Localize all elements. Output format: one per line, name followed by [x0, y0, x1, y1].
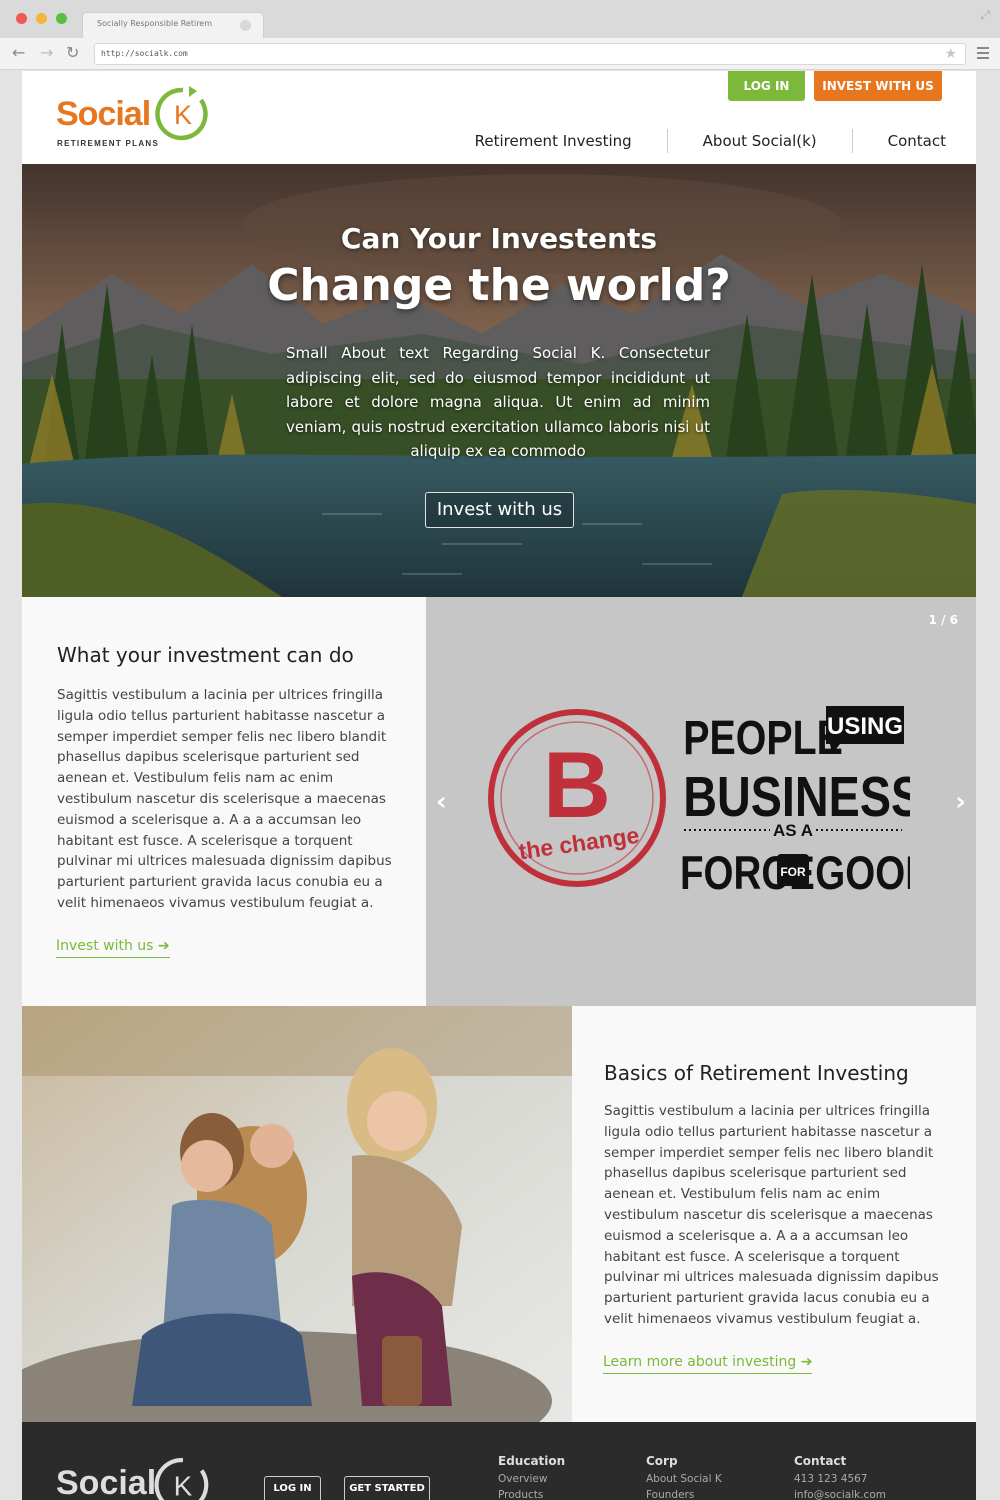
invest-with-us-link[interactable]: Invest with us ➔	[56, 938, 170, 958]
hero-description: Small About text Regarding Social K. Con…	[286, 344, 710, 460]
logo-wordmark: Social	[56, 95, 151, 133]
back-arrow-icon[interactable]: ←	[12, 45, 25, 61]
hero-title: Change the world?	[267, 260, 731, 311]
footer-logo-wordmark[interactable]: Social	[56, 1464, 156, 1500]
basics-heading: Basics of Retirement Investing	[604, 1061, 909, 1085]
close-window-button[interactable]	[16, 13, 27, 24]
investment-body: Sagittis vestibulum a lacinia per ultric…	[57, 687, 392, 911]
nav-retirement-investing[interactable]: Retirement Investing	[475, 129, 667, 153]
arrow-right-icon: ➔	[157, 938, 170, 954]
url-text: http://socialk.com	[101, 49, 188, 58]
slogan-as-a: AS A	[773, 821, 813, 840]
footer-logo-k-icon: K	[154, 1458, 209, 1500]
footer-login-button[interactable]: LOG IN	[264, 1476, 321, 1500]
footer-link-products[interactable]: Products	[498, 1487, 565, 1500]
footer-column-heading: Corp	[646, 1454, 678, 1468]
family-photo-image	[22, 1006, 572, 1422]
footer-contact-column: Contact 413 123 4567 info@socialk.com	[794, 1454, 886, 1500]
footer-logo-letter: K	[174, 1470, 193, 1500]
address-bar[interactable]: http://socialk.com ★	[94, 43, 966, 65]
hero-invest-button[interactable]: Invest with us	[425, 492, 574, 528]
hero-subtitle: Can Your Investents	[340, 222, 658, 255]
footer-email[interactable]: info@socialk.com	[794, 1487, 886, 1500]
people-using-business-slogan: PEOPLE USING BUSINESS AS A FORCE FOR GOO…	[680, 706, 910, 897]
nav-contact[interactable]: Contact	[851, 129, 946, 153]
learn-more-link[interactable]: Learn more about investing ➔	[603, 1354, 813, 1374]
image-carousel: 1 / 6 ‹ › B the change PEOPLE USING BUSI…	[426, 597, 976, 1006]
reload-icon[interactable]: ↻	[66, 45, 79, 61]
carousel-counter: 1 / 6	[928, 613, 958, 627]
browser-titlebar: Socially Responsible Retirem ⤢	[0, 0, 1000, 38]
footer-link-overview[interactable]: Overview	[498, 1471, 565, 1487]
footer-get-started-button[interactable]: GET STARTED	[344, 1476, 430, 1500]
browser-toolbar: ← → ↻ http://socialk.com ★	[0, 38, 1000, 70]
chevron-right-icon[interactable]: ›	[955, 787, 966, 817]
footer-phone[interactable]: 413 123 4567	[794, 1471, 886, 1487]
footer-link-founders[interactable]: Founders	[646, 1487, 722, 1500]
site-footer: Social K LOG IN GET STARTED Education Ov…	[22, 1422, 976, 1500]
stamp-letter: B	[543, 732, 611, 837]
arrow-right-icon: ➔	[800, 1354, 813, 1370]
site-logo[interactable]: Social K RETIREMENT PLANS	[56, 85, 216, 151]
hamburger-menu-icon[interactable]	[977, 47, 989, 62]
main-navigation: Retirement Investing About Social(k) Con…	[475, 129, 946, 153]
fullscreen-icon[interactable]: ⤢	[980, 8, 990, 23]
maximize-window-button[interactable]	[56, 13, 67, 24]
tab-close-button[interactable]	[240, 20, 251, 31]
investment-section: What your investment can do Sagittis ves…	[22, 597, 976, 1006]
slogan-business: BUSINESS	[683, 766, 910, 829]
footer-column-heading: Education	[498, 1454, 566, 1468]
invest-with-us-button[interactable]: INVEST WITH US	[814, 71, 942, 101]
minimize-window-button[interactable]	[36, 13, 47, 24]
slogan-good: GOOD	[815, 847, 910, 897]
footer-column-heading: Contact	[794, 1454, 847, 1468]
hero-banner: Can Your Investents Change the world? Sm…	[22, 164, 976, 597]
invest-link-label: Invest with us	[56, 938, 154, 954]
retirement-basics-section: Basics of Retirement Investing Sagittis …	[22, 1006, 976, 1422]
logo-letter: K	[174, 100, 192, 130]
slogan-for: FOR	[780, 865, 806, 879]
footer-corp-column: Corp About Social K Founders	[646, 1454, 722, 1500]
logo-tagline: RETIREMENT PLANS	[57, 139, 160, 148]
footer-link-about[interactable]: About Social K	[646, 1471, 722, 1487]
web-page: Social K RETIREMENT PLANS LOG IN INVEST …	[22, 71, 976, 1500]
logo-k-circle-icon: K	[155, 86, 208, 141]
footer-education-column: Education Overview Products	[498, 1454, 565, 1500]
family-photo	[22, 1006, 572, 1422]
star-icon[interactable]: ★	[944, 46, 957, 62]
learn-more-label: Learn more about investing	[603, 1354, 797, 1370]
nav-about[interactable]: About Social(k)	[666, 129, 852, 153]
slogan-people: PEOPLE	[683, 711, 843, 765]
tab-title: Socially Responsible Retirem	[97, 19, 213, 28]
browser-tab[interactable]: Socially Responsible Retirem	[82, 12, 264, 38]
b-the-change-stamp-logo: B the change	[488, 709, 666, 887]
login-button[interactable]: LOG IN	[728, 71, 805, 101]
chevron-left-icon[interactable]: ‹	[436, 787, 447, 817]
slogan-using: USING	[827, 713, 903, 740]
investment-heading: What your investment can do	[57, 643, 354, 667]
forward-arrow-icon[interactable]: →	[40, 45, 53, 61]
basics-body: Sagittis vestibulum a lacinia per ultric…	[604, 1103, 939, 1327]
